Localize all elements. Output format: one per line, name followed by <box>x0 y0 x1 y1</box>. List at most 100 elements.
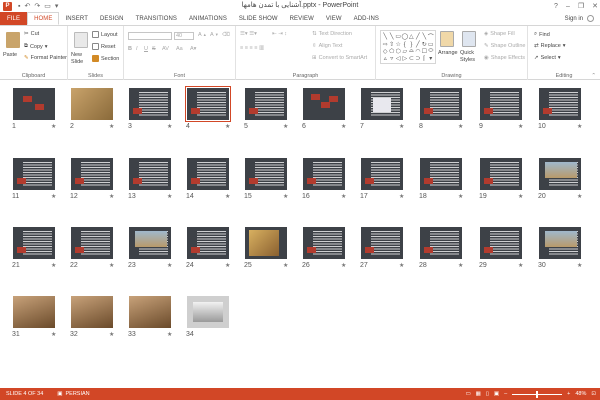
zoom-level[interactable]: 48% <box>575 391 586 397</box>
text-direction-button[interactable]: ⇅ Text Direction <box>312 31 352 37</box>
underline-button[interactable]: U <box>144 46 148 52</box>
rect-shape-icon[interactable]: ▭ <box>428 41 434 48</box>
normal-view-icon[interactable]: ▭ <box>465 391 470 397</box>
paste-icon[interactable] <box>6 32 20 48</box>
save-icon[interactable]: ▪ <box>18 3 20 10</box>
slide-thumbnail[interactable] <box>129 227 171 259</box>
more-shapes-icon[interactable]: ▾ <box>428 55 434 62</box>
shape-effects-button[interactable]: ◉ Shape Effects <box>484 55 525 61</box>
align-text-button[interactable]: ⇳ Align Text <box>312 43 342 49</box>
slide-thumbnail[interactable] <box>245 158 287 190</box>
arrange-icon[interactable] <box>440 31 454 47</box>
transition-star-icon[interactable]: ★ <box>518 193 523 200</box>
tab-review[interactable]: REVIEW <box>284 12 320 25</box>
slide-thumbnail[interactable] <box>71 227 113 259</box>
restore-button[interactable]: ❐ <box>578 2 584 10</box>
transition-star-icon[interactable]: ★ <box>458 123 463 130</box>
font-name-combo[interactable] <box>128 32 172 40</box>
transition-star-icon[interactable]: ★ <box>341 262 346 269</box>
close-button[interactable]: ✕ <box>592 2 598 10</box>
transition-star-icon[interactable]: ★ <box>225 193 230 200</box>
select-button[interactable]: ➚ Select ▾ <box>534 55 561 61</box>
new-slide-button[interactable]: New Slide <box>71 52 91 66</box>
slide-thumbnail[interactable] <box>303 227 345 259</box>
layout-button[interactable]: Layout <box>92 31 118 38</box>
transition-star-icon[interactable]: ★ <box>167 123 172 130</box>
italic-button[interactable]: I <box>136 46 138 52</box>
transition-star-icon[interactable]: ★ <box>283 262 288 269</box>
collapse-ribbon-icon[interactable]: ⌃ <box>591 73 596 79</box>
slide-thumbnail[interactable] <box>480 158 522 190</box>
transition-star-icon[interactable]: ★ <box>51 262 56 269</box>
slide-thumbnail[interactable] <box>187 158 229 190</box>
undo-icon[interactable]: ↶ <box>24 2 30 10</box>
quick-styles-icon[interactable] <box>462 31 476 47</box>
powerpoint-icon[interactable]: P <box>3 1 12 11</box>
slide-thumbnail[interactable] <box>361 158 403 190</box>
transition-star-icon[interactable]: ★ <box>167 193 172 200</box>
slide-thumbnail[interactable] <box>480 227 522 259</box>
shape-outline-button[interactable]: ✎ Shape Outline <box>484 43 525 49</box>
slide-thumbnail[interactable] <box>187 296 229 328</box>
slide-thumbnail[interactable] <box>185 86 231 122</box>
tab-file[interactable]: FILE <box>0 12 28 25</box>
transition-star-icon[interactable]: ★ <box>399 193 404 200</box>
zoom-in-button[interactable]: + <box>567 391 570 397</box>
shape-icon[interactable]: ▷ <box>401 55 408 62</box>
shrink-font-button[interactable]: A ▾ <box>210 32 218 38</box>
new-slide-icon[interactable] <box>74 32 88 48</box>
replace-button[interactable]: ⇄ Replace ▾ <box>534 43 566 49</box>
slide-thumbnail[interactable] <box>129 296 171 328</box>
clear-format-icon[interactable]: ⌫ <box>222 32 230 38</box>
slide-thumbnail[interactable] <box>13 227 55 259</box>
tab-add-ins[interactable]: ADD-INS <box>348 12 385 25</box>
transition-star-icon[interactable]: ★ <box>458 262 463 269</box>
transition-star-icon[interactable]: ★ <box>283 193 288 200</box>
zoom-slider[interactable] <box>512 390 563 398</box>
slide-thumbnail[interactable] <box>303 158 345 190</box>
slide-thumbnail[interactable] <box>71 296 113 328</box>
cut-button[interactable]: ✂ Cut <box>24 31 39 37</box>
bold-button[interactable]: B <box>128 46 132 52</box>
transition-star-icon[interactable]: ★ <box>458 193 463 200</box>
char-spacing-button[interactable]: AV <box>162 46 169 52</box>
transition-star-icon[interactable]: ★ <box>577 123 582 130</box>
bullets-button[interactable]: ☰▾ ☰▾ <box>240 31 257 37</box>
slide-thumbnail[interactable] <box>13 158 55 190</box>
slide-thumbnail[interactable] <box>420 158 462 190</box>
slide-thumbnail[interactable] <box>129 158 171 190</box>
change-case-button[interactable]: Aa <box>176 46 183 52</box>
tab-insert[interactable]: INSERT <box>59 12 94 25</box>
font-size-combo[interactable]: 40 <box>174 32 194 40</box>
slide-thumbnail[interactable] <box>539 88 581 120</box>
paste-button[interactable]: Paste <box>3 52 17 58</box>
tab-view[interactable]: VIEW <box>320 12 348 25</box>
transition-star-icon[interactable]: ★ <box>225 262 230 269</box>
reset-button[interactable]: Reset <box>92 43 115 50</box>
help-button[interactable]: ? <box>554 3 558 10</box>
transition-star-icon[interactable]: ★ <box>167 331 172 338</box>
transition-star-icon[interactable]: ★ <box>341 193 346 200</box>
quick-styles-button[interactable]: Quick Styles <box>460 50 480 64</box>
slide-thumbnail[interactable] <box>129 88 171 120</box>
slide-thumbnail[interactable] <box>71 88 113 120</box>
shape-icon[interactable]: ⬭ <box>428 48 434 55</box>
transition-star-icon[interactable]: ★ <box>109 193 114 200</box>
slide-thumbnail[interactable] <box>539 158 581 190</box>
format-painter-button[interactable]: ✎ Format Painter <box>24 55 67 61</box>
copy-button[interactable]: ⧉ Copy ▾ <box>24 43 48 50</box>
shape-icon[interactable]: ▱ <box>401 48 408 55</box>
find-button[interactable]: ⌕ Find <box>534 31 550 38</box>
transition-star-icon[interactable]: ★ <box>225 123 230 130</box>
oval-shape-icon[interactable]: ◯ <box>401 32 408 41</box>
transition-star-icon[interactable]: ★ <box>109 331 114 338</box>
transition-star-icon[interactable]: ★ <box>577 262 582 269</box>
shapes-gallery[interactable]: ╲ ╲ ▭ ◯ △ ╱ ╲ ⌒ ⇨ ⇧ ☆{} ╱ ↻ ▭ ◇ ⬠ ⬡ ▱ ⌓ ◠ ☐ ⬭ ▵ ▿ ◁ ▷ ⊂ ⊃ ⌈ ▾ <box>380 30 436 64</box>
shape-fill-button[interactable]: ◈ Shape Fill <box>484 31 515 37</box>
section-button[interactable]: Section <box>92 55 119 62</box>
transition-star-icon[interactable]: ★ <box>109 123 114 130</box>
slideshow-view-icon[interactable]: ▣ <box>494 391 499 397</box>
minimize-button[interactable]: – <box>566 3 570 10</box>
transition-star-icon[interactable]: ★ <box>51 193 56 200</box>
signin-link[interactable]: Sign in <box>565 16 583 22</box>
